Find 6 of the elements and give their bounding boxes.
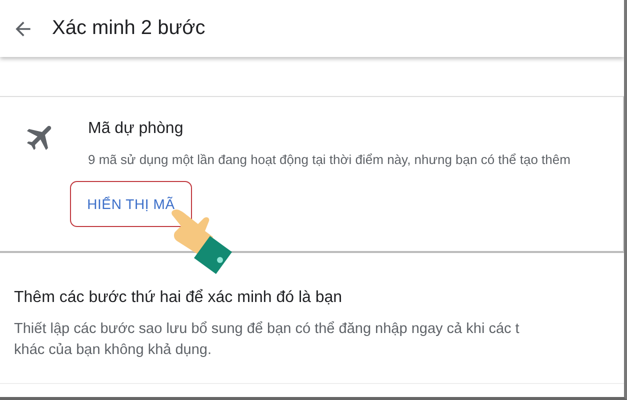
description-text: 9 mã sử dụng một lần đang hoạt động tại thời điểm này, nhưng bạn có thể tạo thêm [88, 152, 570, 167]
section-title: Mã dự phòng [88, 120, 184, 138]
section-heading: Thêm các bước thứ hai để xác minh đó là bạn [14, 289, 344, 307]
show-codes-button[interactable]: HIỂN THỊ MÃ [70, 181, 192, 227]
section-description: Thiết lập các bước sao lưu bổ sung để bạn có thể đăng nhập ngay cả khi các t khác của bạn không khả dụng. [14, 320, 520, 360]
page-title: Xác minh 2 bước [52, 17, 206, 40]
